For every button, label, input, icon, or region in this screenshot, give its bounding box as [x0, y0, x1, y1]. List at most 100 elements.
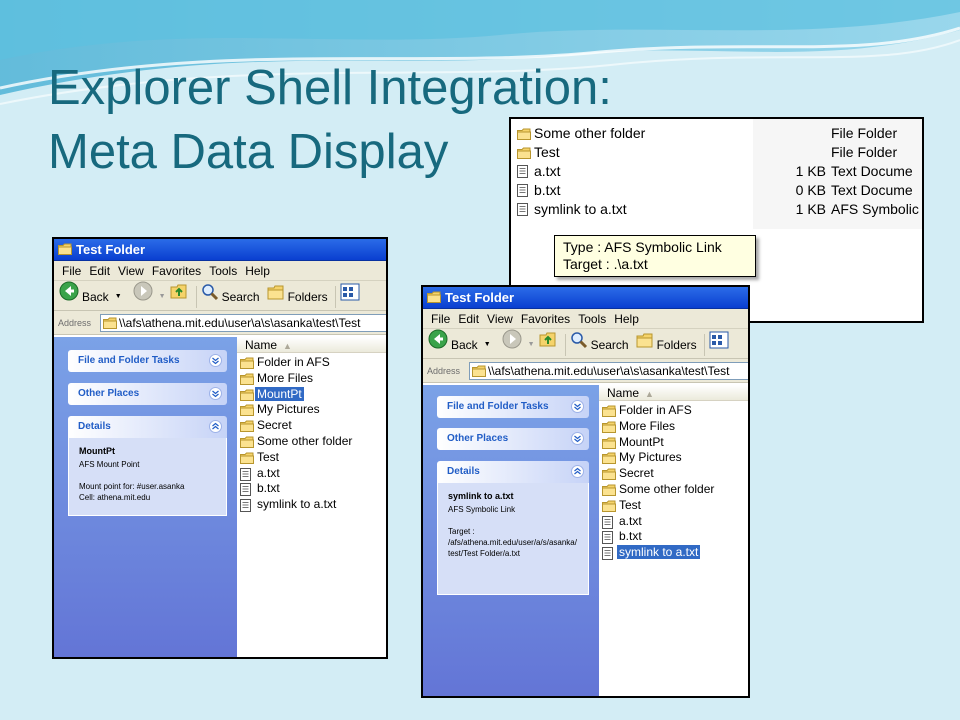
search-button[interactable]: Search: [201, 281, 260, 312]
menu-tools[interactable]: Tools: [578, 312, 606, 326]
window-title: Test Folder: [76, 242, 146, 257]
menu-help[interactable]: Help: [245, 264, 270, 278]
views-icon: [340, 282, 360, 312]
file-item-name: My Pictures: [257, 402, 320, 417]
details-spacer: [448, 515, 578, 526]
chevron-up-icon[interactable]: [571, 465, 584, 487]
detail-row-name: b.txt: [534, 182, 561, 198]
task-group-title: Details: [78, 421, 111, 432]
address-input[interactable]: \\afs\athena.mit.edu\user\a\s\asanka\tes…: [469, 362, 748, 380]
detail-row[interactable]: a.txt 1 KB Text Docume: [517, 162, 922, 181]
window-titlebar[interactable]: Test Folder: [423, 287, 748, 309]
menu-help[interactable]: Help: [614, 312, 639, 326]
forward-button[interactable]: ▼: [133, 281, 166, 312]
menu-file[interactable]: File: [431, 312, 450, 326]
menu-view[interactable]: View: [487, 312, 513, 326]
file-item[interactable]: b.txt: [240, 481, 386, 497]
file-item[interactable]: Secret: [602, 466, 748, 482]
toolbar-separator: [334, 285, 336, 308]
file-item-name: symlink to a.txt: [617, 545, 701, 560]
task-group-title: Other Places: [447, 433, 509, 444]
views-button[interactable]: [709, 329, 729, 360]
chevron-down-icon[interactable]: [209, 387, 222, 409]
detail-row[interactable]: b.txt 0 KB Text Docume: [517, 181, 922, 200]
views-icon: [709, 330, 729, 360]
folders-button[interactable]: Folders: [267, 281, 328, 312]
back-button[interactable]: Back ▼: [428, 329, 491, 360]
name-column-header[interactable]: Name ▲: [599, 385, 748, 401]
chevron-down-icon[interactable]: [209, 354, 222, 376]
file-item[interactable]: MountPt: [240, 386, 386, 403]
chevron-down-icon[interactable]: [571, 400, 584, 422]
detail-row[interactable]: symlink to a.txt 1 KB AFS Symbolic: [517, 200, 922, 219]
file-item[interactable]: My Pictures: [602, 450, 748, 466]
file-item-name: More Files: [619, 418, 676, 433]
task-group-other-places: Other Places: [68, 383, 227, 405]
forward-dropdown-icon[interactable]: ▼: [528, 341, 535, 348]
file-item[interactable]: More Files: [240, 371, 386, 387]
back-button[interactable]: Back ▼: [59, 281, 122, 312]
file-item[interactable]: MountPt: [602, 435, 748, 451]
file-item-name: Test: [619, 497, 642, 512]
forward-button[interactable]: ▼: [502, 329, 535, 360]
detail-row[interactable]: Test File Folder: [517, 143, 922, 162]
file-item-name: Folder in AFS: [619, 403, 692, 417]
detail-row[interactable]: Some other folder File Folder: [517, 124, 922, 143]
back-dropdown-icon[interactable]: ▼: [484, 341, 491, 348]
back-dropdown-icon[interactable]: ▼: [115, 293, 122, 300]
file-item[interactable]: Some other folder: [602, 482, 748, 498]
file-item[interactable]: More Files: [602, 419, 748, 435]
up-folder-button[interactable]: [538, 329, 558, 360]
window-titlebar[interactable]: Test Folder: [54, 239, 386, 261]
task-group-title: Details: [447, 466, 480, 477]
task-group-header[interactable]: Other Places: [68, 383, 227, 405]
details-line: /afs/athena.mit.edu/user/a/s/asanka/test…: [448, 538, 577, 558]
menu-file[interactable]: File: [62, 264, 81, 278]
explorer-window-mountpt: Test Folder File Edit View Favorites Tools Hel…: [52, 237, 388, 659]
file-item[interactable]: symlink to a.txt: [602, 545, 748, 561]
up-folder-button[interactable]: [169, 281, 189, 312]
file-item[interactable]: a.txt: [602, 514, 748, 530]
task-group-header[interactable]: Other Places: [437, 428, 589, 450]
file-list: Folder in AFS More Files MountPt My Picture…: [237, 353, 386, 513]
chevron-up-icon[interactable]: [209, 420, 222, 442]
menu-favorites[interactable]: Favorites: [152, 264, 201, 278]
menu-edit[interactable]: Edit: [89, 264, 110, 278]
menu-tools[interactable]: Tools: [209, 264, 237, 278]
file-item[interactable]: Test: [602, 498, 748, 514]
address-input[interactable]: \\afs\athena.mit.edu\user\a\s\asanka\tes…: [100, 314, 386, 332]
task-group-header[interactable]: Details: [437, 461, 589, 483]
task-group-header[interactable]: File and Folder Tasks: [68, 350, 227, 372]
file-item[interactable]: Folder in AFS: [240, 355, 386, 371]
file-item-name: MountPt: [255, 386, 304, 401]
file-item[interactable]: My Pictures: [240, 402, 386, 418]
menu-view[interactable]: View: [118, 264, 144, 278]
detail-row-type: Text Docume: [831, 163, 913, 179]
chevron-down-icon[interactable]: [571, 432, 584, 454]
task-group-header[interactable]: Details: [68, 416, 227, 438]
task-group-header[interactable]: File and Folder Tasks: [437, 396, 589, 418]
folders-label: Folders: [287, 290, 328, 305]
file-item-name: Test: [257, 449, 280, 464]
file-item-name: b.txt: [619, 529, 642, 544]
forward-dropdown-icon[interactable]: ▼: [159, 293, 166, 300]
name-column-header[interactable]: Name ▲: [237, 337, 386, 353]
search-button[interactable]: Search: [570, 329, 629, 360]
file-pane: Name ▲ Folder in AFS More Files MountPt My Pi…: [237, 337, 386, 657]
detail-row-size: 0 KB: [795, 182, 826, 198]
folders-button[interactable]: Folders: [636, 329, 697, 360]
file-item[interactable]: b.txt: [602, 529, 748, 545]
file-item[interactable]: a.txt: [240, 466, 386, 482]
titlebar-folder-icon: [58, 240, 72, 262]
file-item[interactable]: symlink to a.txt: [240, 497, 386, 513]
file-item[interactable]: Folder in AFS: [602, 403, 748, 419]
menu-edit[interactable]: Edit: [458, 312, 479, 326]
file-item[interactable]: Test: [240, 450, 386, 466]
task-group-file-folder-tasks: File and Folder Tasks: [68, 350, 227, 372]
file-item-name: Some other folder: [619, 481, 715, 496]
window-body: File and Folder Tasks Other Places Details…: [54, 337, 386, 657]
menu-favorites[interactable]: Favorites: [521, 312, 570, 326]
file-item[interactable]: Secret: [240, 418, 386, 434]
views-button[interactable]: [340, 281, 360, 312]
file-item[interactable]: Some other folder: [240, 434, 386, 450]
